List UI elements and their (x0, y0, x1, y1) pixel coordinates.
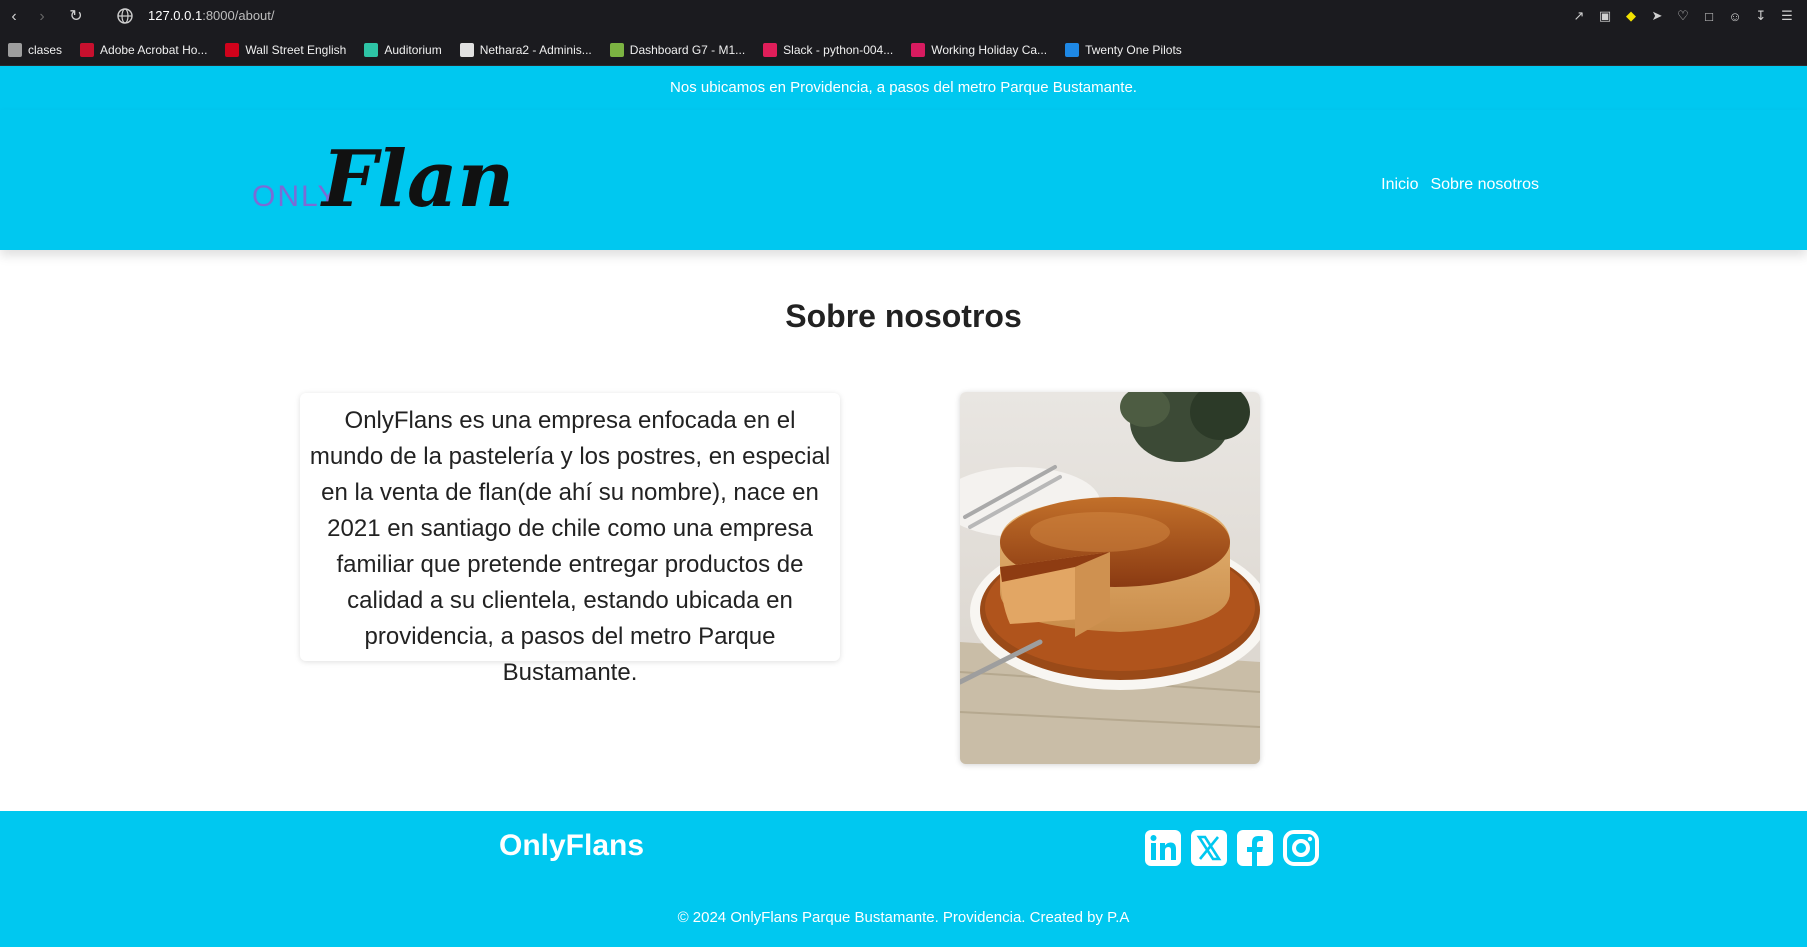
download-icon[interactable]: ↧ (1753, 7, 1769, 25)
site-info-icon[interactable] (116, 7, 134, 25)
bookmarks-bar: clases Adobe Acrobat Ho... Wall Street Eng… (0, 34, 1807, 66)
bookmark-favicon-icon (364, 42, 379, 57)
facebook-icon[interactable] (1236, 829, 1274, 867)
flan-image (960, 392, 1260, 764)
site-header: ONLY Flans Inicio Sobre nosotros (0, 110, 1807, 250)
social-links (1144, 829, 1320, 867)
page-title: Sobre nosotros (785, 298, 1022, 334)
cube-icon[interactable]: □ (1701, 7, 1717, 25)
bookmark-favicon-icon (459, 42, 474, 57)
bookmark-favicon-icon (609, 42, 624, 57)
camera-icon[interactable]: ▣ (1597, 7, 1613, 25)
onlyflans-logo[interactable]: ONLY Flans (250, 130, 510, 230)
url-path: :8000/about/ (202, 8, 275, 23)
bookmark-label: Wall Street English (245, 42, 347, 57)
bookmark-label: Dashboard G7 - M1... (629, 42, 746, 57)
nav-sobre-nosotros[interactable]: Sobre nosotros (1430, 176, 1539, 194)
nav-inicio[interactable]: Inicio (1381, 176, 1418, 194)
folder-icon (8, 42, 22, 57)
about-text: OnlyFlans es una empresa enfocada en el … (309, 407, 831, 686)
bookmark-item[interactable]: Twenty One Pilots (1065, 42, 1182, 57)
copyright-text: © 2024 OnlyFlans Parque Bustamante. Prov… (677, 909, 1130, 926)
announcement-bar: Nos ubicamos en Providencia, a pasos del… (0, 66, 1807, 110)
bookmark-item[interactable]: Nethara2 - Adminis... (459, 42, 592, 57)
browser-toolbar: ‹ › ↻ 127.0.0.1:8000/about/ ↗ ▣ ◆ ➤ ♡ □ … (0, 0, 1807, 34)
bookmark-favicon-icon (225, 42, 240, 57)
url-host: 127.0.0.1 (148, 8, 203, 23)
address-bar[interactable]: 127.0.0.1:8000/about/ (148, 8, 275, 23)
bookmark-label: Twenty One Pilots (1085, 42, 1182, 57)
back-icon[interactable]: ‹ (4, 7, 24, 27)
logo-script: Flans (320, 134, 510, 225)
bookmark-item[interactable]: Auditorium (364, 42, 442, 57)
bookmark-favicon-icon (911, 42, 926, 57)
heart-icon[interactable]: ♡ (1675, 7, 1691, 25)
forward-icon[interactable]: › (32, 7, 52, 27)
bookmark-label: clases (28, 42, 63, 57)
instagram-icon[interactable] (1282, 829, 1320, 867)
bookmark-item[interactable]: clases (8, 42, 63, 57)
main-nav: Inicio Sobre nosotros (1381, 176, 1539, 194)
site-footer: OnlyFlans © 2024 OnlyFlans Parque Bustam… (0, 811, 1807, 947)
bookmark-favicon-icon (763, 42, 778, 57)
bookmark-item[interactable]: Adobe Acrobat Ho... (80, 42, 208, 57)
linkedin-icon[interactable] (1144, 829, 1182, 867)
vpn-shield-icon[interactable]: ◆ (1623, 7, 1639, 25)
bookmark-label: Auditorium (384, 42, 442, 57)
menu-icon[interactable]: ☰ (1779, 7, 1795, 25)
bookmark-label: Working Holiday Ca... (931, 42, 1048, 57)
bookmark-item[interactable]: Working Holiday Ca... (911, 42, 1048, 57)
bookmark-label: Slack - python-004... (783, 42, 894, 57)
bookmark-favicon-icon (80, 42, 95, 57)
flan-illustration (960, 392, 1260, 764)
about-card: OnlyFlans es una empresa enfocada en el … (300, 393, 840, 686)
bookmark-item[interactable]: Dashboard G7 - M1... (609, 42, 746, 57)
bookmark-item[interactable]: Slack - python-004... (763, 42, 894, 57)
bookmark-favicon-icon (1065, 42, 1080, 57)
send-icon[interactable]: ➤ (1649, 7, 1665, 25)
footer-brand: OnlyFlans (499, 829, 645, 862)
bookmark-label: Adobe Acrobat Ho... (100, 42, 208, 57)
bookmark-label: Nethara2 - Adminis... (479, 42, 592, 57)
toolbar-icons: ↗ ▣ ◆ ➤ ♡ □ ☺ ↧ ☰ (1571, 7, 1795, 25)
bookmark-item[interactable]: Wall Street English (225, 42, 347, 57)
x-icon[interactable] (1190, 829, 1228, 867)
share-icon[interactable]: ↗ (1571, 7, 1587, 25)
profile-icon[interactable]: ☺ (1727, 7, 1743, 25)
reload-icon[interactable]: ↻ (66, 7, 86, 27)
